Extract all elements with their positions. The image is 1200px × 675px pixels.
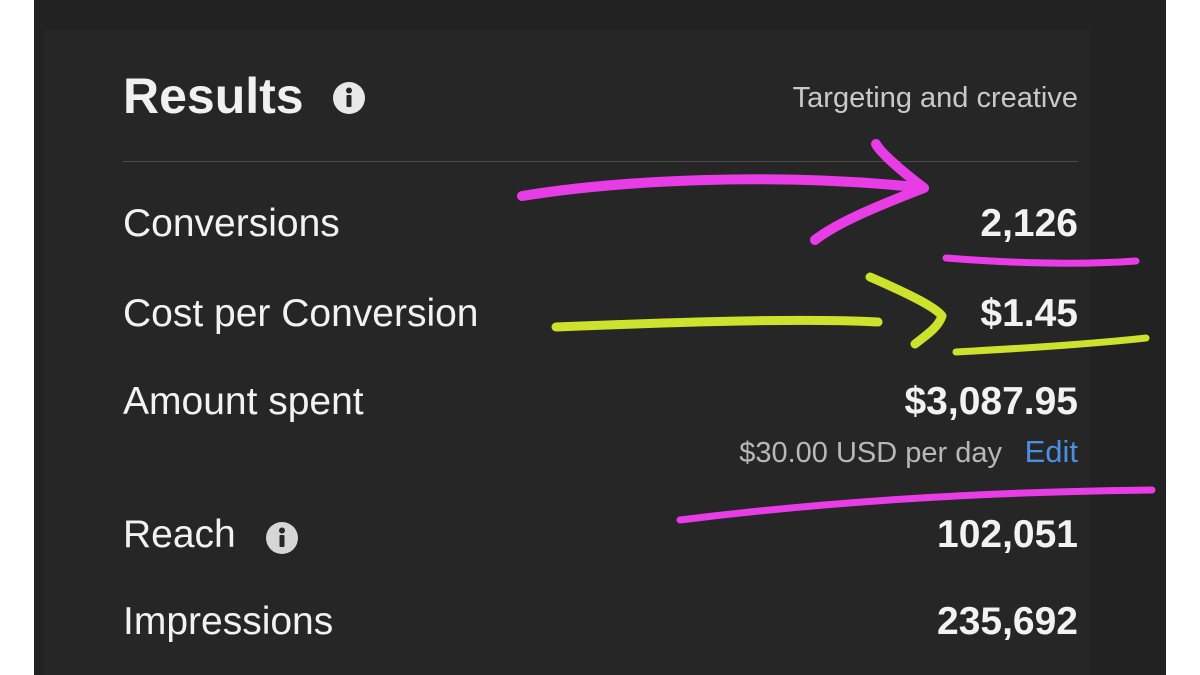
- page-title: Results: [123, 68, 304, 124]
- cost-per-conversion-value: $1.45: [980, 292, 1078, 335]
- cost-per-conversion-label: Cost per Conversion: [123, 292, 479, 335]
- edit-budget-link[interactable]: Edit: [1025, 433, 1078, 471]
- info-icon[interactable]: [264, 520, 300, 556]
- reach-label: Reach: [123, 513, 236, 556]
- impressions-value: 235,692: [937, 600, 1078, 643]
- info-icon[interactable]: [331, 80, 367, 116]
- tab-targeting-and-creative[interactable]: Targeting and creative: [793, 80, 1078, 116]
- reach-value: 102,051: [937, 513, 1078, 556]
- amount-spent-value: $3,087.95: [904, 380, 1078, 423]
- results-card: [44, 30, 1090, 675]
- conversions-label: Conversions: [123, 202, 340, 245]
- amount-spent-label: Amount spent: [123, 380, 364, 423]
- divider: [123, 161, 1078, 162]
- impressions-label: Impressions: [123, 600, 334, 643]
- daily-budget-text: $30.00 USD per day: [739, 437, 1002, 469]
- conversions-value: 2,126: [980, 202, 1078, 245]
